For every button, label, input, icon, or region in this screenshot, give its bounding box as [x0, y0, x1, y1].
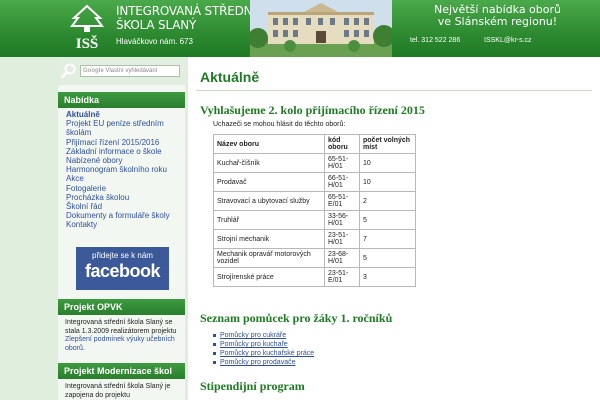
table-row: Kuchař-číšník 65-51-H/01 10 [213, 153, 416, 173]
column-header: kód oboru [324, 134, 360, 154]
obory-table: Název oboru kód oboru počet volných míst… [213, 134, 416, 287]
sidebar: Google Vlastní vyhledávání Nabídka Aktuá… [58, 57, 185, 400]
table-cell: 2 [359, 191, 416, 211]
search-bar: Google Vlastní vyhledávání [58, 57, 185, 85]
search-input[interactable]: Google Vlastní vyhledávání [80, 65, 180, 77]
link-pomucky-kuchare[interactable]: Pomůcky pro kuchaře [220, 341, 288, 348]
table-row: Truhlář 33-56-H/01 5 [213, 210, 416, 230]
school-name-line1: INTEGROVANÁ STŘEDNÍ [116, 4, 256, 18]
facebook-logo-text: facebook [84, 261, 161, 281]
list-item: Pomůcky pro cukráře [213, 331, 314, 340]
table-cell: 10 [359, 153, 416, 173]
sidebar-item-prochazka[interactable]: Procházka školou [66, 193, 184, 202]
section-title-stipendijni: Stipendijní program [200, 379, 305, 393]
title-divider [196, 90, 592, 91]
table-cell: Stravovací a ubytovací služby [213, 191, 325, 211]
sidebar-item-zakladni-informace[interactable]: Základní informace o škole [66, 147, 184, 156]
table-row: Strojírenské práce 23-51-E/01 3 [213, 267, 416, 287]
school-address: Hlaváčkovo nám. 673 [116, 37, 193, 46]
list-item: Pomůcky pro prodavače [213, 358, 314, 367]
table-cell: 23-68-H/01 [324, 248, 360, 268]
nabidka-heading: Nabídka [58, 92, 185, 108]
column-header: Název oboru [213, 134, 325, 154]
sidebar-item-nabizene-obory[interactable]: Nabízené obory [66, 156, 184, 165]
pomucky-list: Pomůcky pro cukráře Pomůcky pro kuchaře … [213, 331, 314, 367]
school-name-line2: ŠKOLA SLANÝ [116, 18, 197, 32]
table-row: Strojní mechanik 23-51-H/01 7 [213, 229, 416, 249]
table-cell: 23-51-E/01 [324, 267, 360, 287]
sidebar-item-dokumenty[interactable]: Dokumenty a formuláře školy [66, 211, 184, 220]
opvk-text: Integrovaná střední škola Slaný se stala… [65, 319, 183, 353]
search-placeholder: Vlastní vyhledávání [105, 68, 158, 74]
column-header: počet volných míst [359, 134, 416, 154]
tagline-line2: ve Slánském regionu! [437, 15, 558, 28]
sidebar-item-harmonogram[interactable]: Harmonogram školního roku [66, 165, 184, 174]
sidebar-item-akce[interactable]: Akce [66, 174, 184, 183]
table-cell: Strojní mechanik [213, 229, 325, 249]
header-email[interactable]: ISSKL@kr-s.cz [484, 37, 532, 44]
school-name: INTEGROVANÁ STŘEDNÍ ŠKOLA SLANÝ [116, 4, 256, 32]
main-content: Aktuálně Vyhlašujeme 2. kolo přijímacího… [188, 57, 600, 400]
sidebar-item-kontakty[interactable]: Kontakty [66, 220, 184, 229]
section-title-pomucky: Seznam pomůcek pro žáky 1. ročníků [200, 311, 393, 325]
sidebar-item-prijimaci-rizeni[interactable]: Přijímací řízení 2015/2016 [66, 138, 184, 147]
sidebar-item-aktualne[interactable]: Aktuálně [66, 110, 184, 119]
modernizace-heading: Projekt Modernizace škol [58, 363, 185, 379]
sidebar-nav: Aktuálně Projekt EU peníze středním škol… [66, 110, 184, 230]
table-header-row: Název oboru kód oboru počet volných míst [213, 134, 416, 154]
header-tagline: Největší nabídka oborů ve Slánském regio… [405, 4, 590, 28]
section-title-prijimaci: Vyhlašujeme 2. kolo přijímacího řízení 2… [200, 103, 425, 117]
opvk-heading: Projekt OPVK [58, 299, 185, 315]
table-cell: 33-56-H/01 [324, 210, 360, 230]
table-cell: 7 [359, 229, 416, 249]
link-pomucky-prodavace[interactable]: Pomůcky pro prodavače [220, 359, 295, 366]
table-cell: 10 [359, 172, 416, 192]
google-label: Google [83, 68, 104, 74]
sidebar-item-skolni-rad[interactable]: Školní řád [66, 202, 184, 211]
table-cell: 65-51-E/01 [324, 191, 360, 211]
opvk-link[interactable]: Zlepšení podmínek výuky učebních oborů. [65, 336, 175, 352]
table-cell: 5 [359, 210, 416, 230]
link-pomucky-kucharske-prace[interactable]: Pomůcky pro kuchařské práce [220, 350, 314, 357]
header-phone: tel. 312 522 286 [410, 37, 461, 44]
facebook-small-text: přidejte se k nám [92, 251, 153, 260]
sidebar-item-projekt-eu[interactable]: Projekt EU peníze středním [66, 119, 184, 128]
table-cell: Mechanik opravář motorových vozidel [213, 248, 325, 268]
table-cell: Prodavač [213, 172, 325, 192]
table-cell: 5 [359, 248, 416, 268]
list-item: Pomůcky pro kuchaře [213, 340, 314, 349]
sidebar-item-fotogalerie[interactable]: Fotogalerie [66, 184, 184, 193]
school-building-image [250, 0, 392, 57]
table-cell: 66-51-H/01 [324, 172, 360, 192]
opvk-description: Integrovaná střední škola Slaný se stala… [65, 319, 177, 335]
table-cell: Truhlář [213, 210, 325, 230]
table-cell: Kuchař-číšník [213, 153, 325, 173]
link-pomucky-cukrare[interactable]: Pomůcky pro cukráře [220, 332, 286, 339]
table-row: Stravovací a ubytovací služby 65-51-E/01… [213, 191, 416, 211]
search-icon[interactable] [61, 63, 77, 79]
intro-text: Uchazeči se mohou hlásit do těchto oborů… [213, 121, 346, 128]
table-row: Mechanik opravář motorových vozidel 23-6… [213, 248, 416, 268]
school-logo-icon[interactable]: ISŠ [64, 4, 110, 52]
table-cell: 3 [359, 267, 416, 287]
list-item: Pomůcky pro kuchařské práce [213, 349, 314, 358]
table-row: Prodavač 66-51-H/01 10 [213, 172, 416, 192]
table-cell: 23-51-H/01 [324, 229, 360, 249]
table-cell: 65-51-H/01 [324, 153, 360, 173]
table-cell: Strojírenské práce [213, 267, 325, 287]
logo-text: ISŠ [76, 35, 99, 52]
facebook-button[interactable]: přidejte se k nám facebook [76, 247, 169, 290]
site-header: ISŠ INTEGROVANÁ STŘEDNÍ ŠKOLA SLANÝ Hlav… [0, 0, 600, 57]
sidebar-item-projekt-eu-cont[interactable]: školám [66, 128, 184, 137]
page-title: Aktuálně [200, 69, 260, 85]
modernizace-text: Integrovaná střední škola Slaný je zapoj… [65, 383, 171, 399]
